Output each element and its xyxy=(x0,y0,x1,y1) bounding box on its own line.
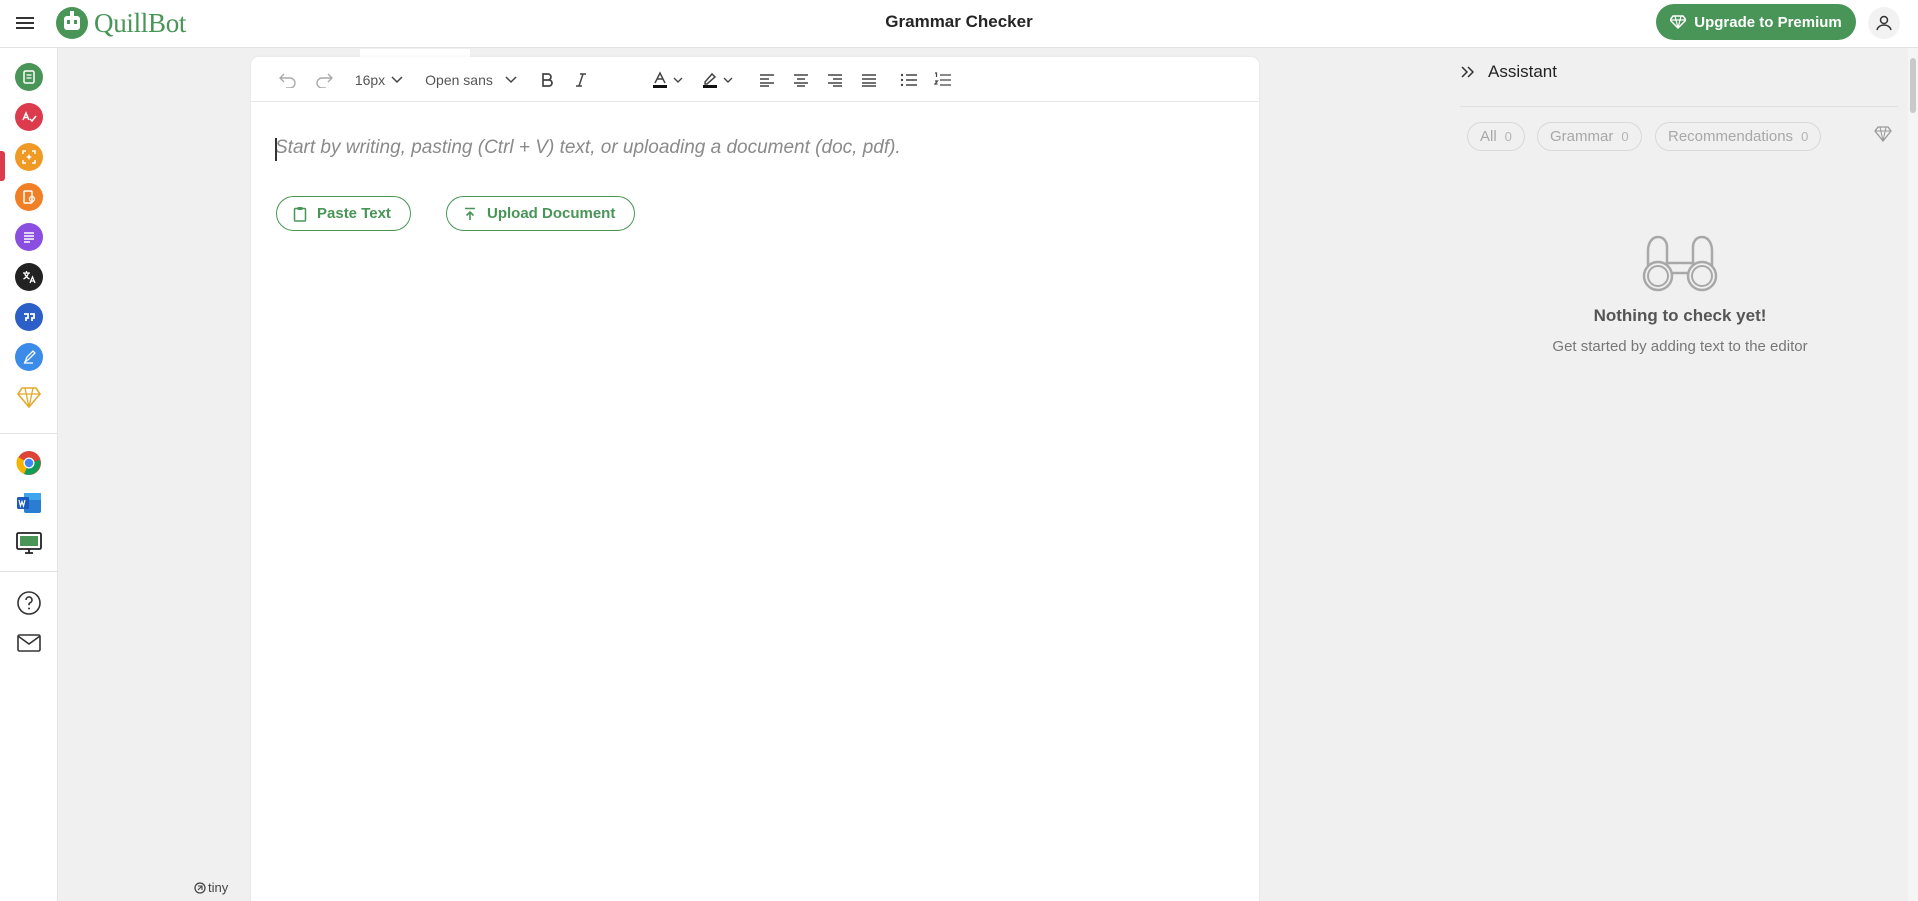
page-scrollbar[interactable] xyxy=(1908,48,1918,901)
text-color-icon xyxy=(653,71,667,88)
diamond-icon xyxy=(1670,15,1687,29)
sidebar-divider xyxy=(0,571,57,572)
flow-pen-icon[interactable] xyxy=(15,343,43,371)
citation-icon[interactable] xyxy=(15,303,43,331)
premium-diamond-icon[interactable] xyxy=(15,383,43,411)
tiny-logo-icon xyxy=(194,881,206,894)
align-right-icon[interactable] xyxy=(823,67,847,93)
plagiarism-icon[interactable] xyxy=(15,183,43,211)
chevron-down-icon xyxy=(723,77,733,83)
tiny-label: tiny xyxy=(208,880,229,895)
empty-state-title: Nothing to check yet! xyxy=(1593,306,1767,325)
paste-text-label: Paste Text xyxy=(317,205,391,222)
active-indicator xyxy=(0,151,5,181)
chevron-down-icon xyxy=(505,76,517,84)
tiny-watermark[interactable]: tiny xyxy=(194,880,228,895)
summarizer-icon[interactable] xyxy=(15,223,43,251)
assistant-title: Assistant xyxy=(1488,62,1557,81)
sidebar-divider xyxy=(0,433,57,434)
desktop-icon[interactable] xyxy=(15,529,43,557)
numbered-list-icon[interactable] xyxy=(931,67,955,93)
filter-recommendations[interactable]: Recommendations 0 xyxy=(1655,122,1822,151)
empty-state-subtitle: Get started by adding text to the editor xyxy=(1552,338,1808,355)
assistant-divider xyxy=(1460,106,1898,107)
underline-icon[interactable] xyxy=(603,67,627,93)
align-justify-icon[interactable] xyxy=(857,67,881,93)
binoculars-icon xyxy=(1638,233,1722,302)
upload-document-label: Upload Document xyxy=(487,205,616,222)
font-size-select[interactable]: 16px xyxy=(351,67,407,93)
filter-count: 0 xyxy=(1621,129,1629,144)
filter-label: All xyxy=(1480,128,1497,145)
grammar-check-icon[interactable] xyxy=(15,103,43,131)
mail-icon[interactable] xyxy=(15,629,43,657)
translator-icon[interactable] xyxy=(15,263,43,291)
bullet-list-icon[interactable] xyxy=(897,67,921,93)
italic-icon[interactable] xyxy=(569,67,593,93)
font-family-select[interactable]: Open sans xyxy=(421,67,521,93)
editor-placeholder[interactable]: Start by writing, pasting (Ctrl + V) tex… xyxy=(275,137,901,159)
highlight-color-picker[interactable] xyxy=(695,67,739,93)
font-family-value: Open sans xyxy=(425,72,493,88)
account-button[interactable] xyxy=(1868,7,1900,39)
chevron-down-icon xyxy=(391,76,403,84)
bold-icon[interactable] xyxy=(535,67,559,93)
filter-all[interactable]: All 0 xyxy=(1467,122,1525,151)
chrome-icon[interactable] xyxy=(15,449,43,477)
filter-grammar[interactable]: Grammar 0 xyxy=(1537,122,1642,151)
ai-detector-icon[interactable] xyxy=(15,143,43,171)
top-bar: QuillBot Grammar Checker Upgrade to Prem… xyxy=(0,0,1918,48)
align-center-icon[interactable] xyxy=(789,67,813,93)
align-left-icon[interactable] xyxy=(755,67,779,93)
upload-document-button[interactable]: Upload Document xyxy=(446,196,635,231)
text-caret xyxy=(275,138,277,161)
filter-label: Grammar xyxy=(1550,128,1614,145)
redo-icon[interactable] xyxy=(311,67,337,93)
page-title: Grammar Checker xyxy=(885,12,1033,31)
chevron-down-icon xyxy=(673,77,683,83)
paste-text-button[interactable]: Paste Text xyxy=(276,196,411,231)
upgrade-label: Upgrade to Premium xyxy=(1694,13,1842,31)
scrollbar-thumb[interactable] xyxy=(1910,58,1916,113)
highlight-icon xyxy=(703,72,717,88)
filter-count: 0 xyxy=(1504,129,1512,144)
upload-icon xyxy=(465,207,475,220)
filter-count: 0 xyxy=(1801,129,1809,144)
upgrade-premium-button[interactable]: Upgrade to Premium xyxy=(1656,4,1856,40)
editor-panel: 16px Open sans Start by writing, pasting… xyxy=(251,57,1259,901)
paraphraser-icon[interactable] xyxy=(15,63,43,91)
editor-tab xyxy=(360,49,470,57)
user-icon xyxy=(1876,15,1892,31)
filter-label: Recommendations xyxy=(1668,128,1794,145)
premium-filter-diamond-icon[interactable] xyxy=(1874,126,1892,147)
help-icon[interactable] xyxy=(15,589,43,617)
font-size-value: 16px xyxy=(354,72,386,88)
text-color-picker[interactable] xyxy=(645,67,689,93)
collapse-chevrons-icon[interactable] xyxy=(1460,65,1476,79)
editor-toolbar: 16px Open sans xyxy=(251,57,1259,102)
tools-sidebar xyxy=(0,48,58,901)
clipboard-icon xyxy=(293,206,307,222)
assistant-header: Assistant xyxy=(1460,62,1557,82)
undo-icon[interactable] xyxy=(275,67,301,93)
word-icon[interactable] xyxy=(15,489,43,517)
